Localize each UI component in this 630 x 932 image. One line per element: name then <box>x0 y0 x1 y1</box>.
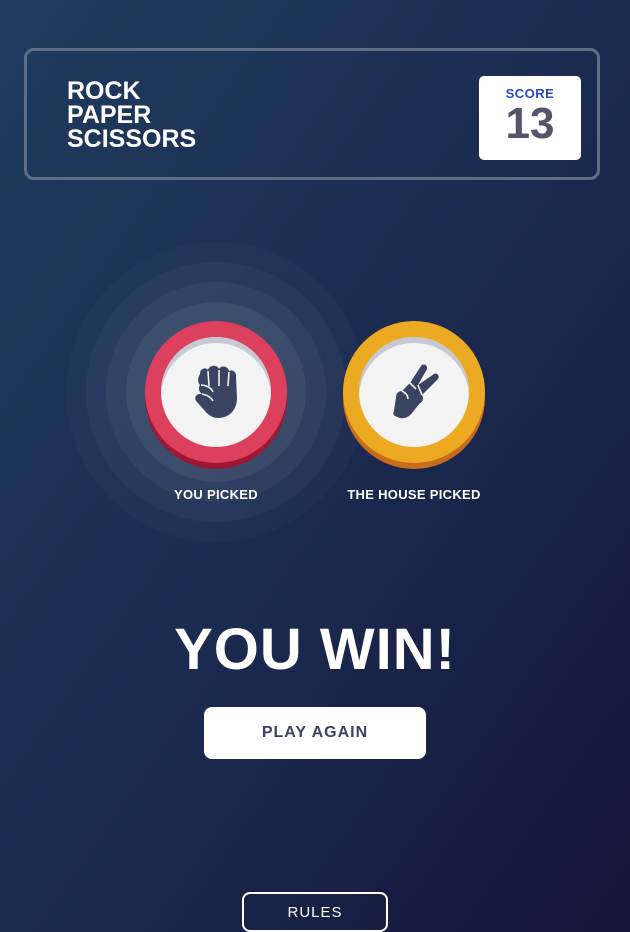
you-picked-label: YOU PICKED <box>174 487 258 502</box>
picks-area: YOU PICKED THE HOUSE PICKED <box>0 240 630 550</box>
player-pick-rock-token <box>145 321 287 463</box>
score-value: 13 <box>505 99 555 148</box>
logo-line-rock: ROCK <box>67 77 141 105</box>
logo-line-scissors: SCISSORS <box>67 125 197 153</box>
token-face <box>161 337 271 447</box>
game-logo: ROCK PAPER SCISSORS <box>67 77 197 153</box>
house-pick-scissors-token <box>343 321 485 463</box>
scissors-hand-icon <box>393 364 439 419</box>
result-text: YOU WIN! <box>174 617 456 682</box>
score-box: SCORE 13 <box>479 76 581 160</box>
token-face <box>359 337 469 447</box>
rules-button[interactable]: RULES <box>242 892 388 932</box>
house-picked-label: THE HOUSE PICKED <box>347 487 481 502</box>
play-again-button[interactable]: PLAY AGAIN <box>204 707 426 759</box>
game-header: ROCK PAPER SCISSORS SCORE 13 <box>24 48 600 180</box>
logo-line-paper: PAPER <box>67 101 152 129</box>
rock-fist-icon <box>195 365 237 418</box>
